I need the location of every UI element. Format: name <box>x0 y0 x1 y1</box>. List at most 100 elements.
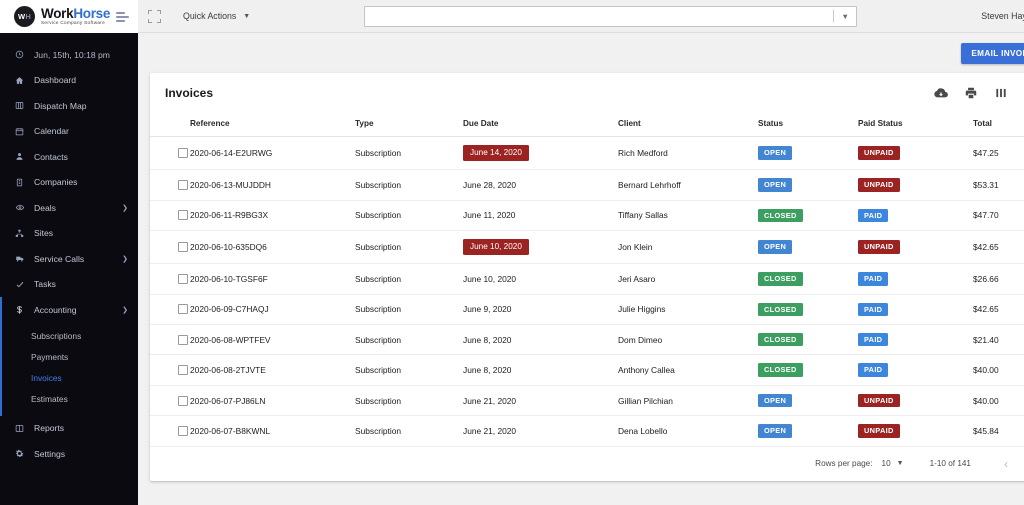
table-row[interactable]: 2020-06-07-PJ86LN Subscription June 21, 20… <box>150 385 1024 417</box>
cell-status: CLOSED <box>758 294 858 326</box>
brand-text: WorkHorse Service Company Software <box>41 7 110 26</box>
cell-due-date: June 21, 2020 <box>463 415 618 447</box>
row-checkbox[interactable] <box>178 334 188 345</box>
page-actions: EMAIL INVOICES <box>150 33 1024 73</box>
table-row[interactable]: 2020-06-07-B8KWNL Subscription June 21, 20… <box>150 415 1024 447</box>
cell-client: Anthony Callea <box>618 354 758 386</box>
sidebar-item-dispatch-map[interactable]: Dispatch Map <box>0 93 138 119</box>
pagination-range-label: 1-10 of 141 <box>929 459 971 469</box>
email-invoices-button[interactable]: EMAIL INVOICES <box>961 42 1024 64</box>
table-row[interactable]: 2020-06-10-TGSF6F Subscription June 10, 20… <box>150 263 1024 295</box>
row-checkbox[interactable] <box>178 148 188 159</box>
row-checkbox[interactable] <box>178 179 188 190</box>
card-toolbar <box>934 86 1024 100</box>
search-input[interactable] <box>365 6 834 26</box>
cell-status: CLOSED <box>758 354 858 386</box>
table-row[interactable]: 2020-06-13-MUJDDH Subscription June 28, 20… <box>150 169 1024 201</box>
rows-per-page-select[interactable]: 10 ▼ <box>882 459 904 468</box>
previous-page-button[interactable]: ‹ <box>995 457 1017 471</box>
sidebar-subitem-payments[interactable]: Payments <box>0 347 138 368</box>
column-header-client[interactable]: Client <box>618 112 758 137</box>
table-row[interactable]: 2020-06-10-635DQ6 Subscription June 10, 20… <box>150 230 1024 265</box>
calendar-icon <box>13 127 26 136</box>
cell-total: $40.00 <box>973 385 1024 417</box>
row-checkbox[interactable] <box>178 242 188 253</box>
column-header-paid-status[interactable]: Paid Status <box>858 112 973 137</box>
cell-paid-status: PAID <box>858 354 973 386</box>
table-row[interactable]: 2020-06-08-WPTFEV Subscription June 8, 202… <box>150 324 1024 356</box>
cell-type: Subscription <box>355 136 463 171</box>
next-page-button[interactable]: › <box>1017 457 1024 471</box>
cell-type: Subscription <box>355 324 463 356</box>
table-row[interactable]: 2020-06-14-E2URWG Subscription June 14, 20… <box>150 136 1024 171</box>
status-badge: CLOSED <box>758 302 803 317</box>
user-menu[interactable]: Steven Hayes ▼ <box>981 11 1024 21</box>
sidebar-item-settings[interactable]: Settings <box>0 441 138 467</box>
row-checkbox[interactable] <box>178 395 188 406</box>
user-name-label: Steven Hayes <box>981 11 1024 21</box>
search-dropdown-chevron-down-icon[interactable]: ▼ <box>834 12 856 21</box>
status-badge: OPEN <box>758 178 793 192</box>
chevron-right-icon: ❯ <box>122 255 128 263</box>
fullscreen-icon[interactable] <box>148 9 161 23</box>
sidebar-item-label: Reports <box>34 423 65 434</box>
sidebar-item-companies[interactable]: Companies <box>0 170 138 196</box>
cloud-download-icon[interactable] <box>934 86 948 100</box>
row-checkbox[interactable] <box>178 210 188 221</box>
invoices-table: Reference Type Due Date Client Status Pa… <box>150 112 1024 447</box>
column-header-total[interactable]: Total <box>973 112 1024 137</box>
cell-client: Gillian Pilchian <box>618 385 758 417</box>
cell-paid-status: UNPAID <box>858 385 973 417</box>
sidebar-subitem-invoices[interactable]: Invoices <box>0 368 138 389</box>
sidebar-item-tasks[interactable]: Tasks <box>0 272 138 298</box>
row-checkbox[interactable] <box>178 425 188 436</box>
row-checkbox-cell <box>150 169 190 201</box>
rows-per-page-label: Rows per page: <box>815 459 873 469</box>
quick-actions-menu[interactable]: Quick Actions ▼ <box>183 11 250 21</box>
clock-icon <box>13 50 26 59</box>
row-checkbox-cell <box>150 354 190 386</box>
column-header-status[interactable]: Status <box>758 112 858 137</box>
cell-due-date: June 8, 2020 <box>463 354 618 386</box>
row-checkbox-cell <box>150 294 190 326</box>
pagination: Rows per page: 10 ▼ 1-10 of 141 ‹ › <box>150 447 1024 481</box>
cell-reference: 2020-06-13-MUJDDH <box>190 169 355 201</box>
print-icon[interactable] <box>964 86 978 100</box>
table-row[interactable]: 2020-06-08-2TJVTE Subscription June 8, 202… <box>150 354 1024 386</box>
status-badge: OPEN <box>758 424 793 438</box>
sidebar-item-accounting[interactable]: Accounting ❯ <box>0 297 138 323</box>
column-header-type[interactable]: Type <box>355 112 463 137</box>
sidebar-subnav-accounting: Subscriptions Payments Invoices Estimate… <box>0 323 138 416</box>
sidebar-item-label: Settings <box>34 448 66 459</box>
sidebar-item-contacts[interactable]: Contacts <box>0 144 138 170</box>
table-row[interactable]: 2020-06-11-R9BG3X Subscription June 11, 20… <box>150 200 1024 232</box>
cell-reference: 2020-06-14-E2URWG <box>190 136 355 171</box>
paid-status-badge: PAID <box>858 363 889 377</box>
sidebar-subitem-label: Estimates <box>31 394 68 404</box>
table-row[interactable]: 2020-06-09-C7HAQJ Subscription June 9, 202… <box>150 294 1024 326</box>
sidebar-item-reports[interactable]: Reports <box>0 416 138 442</box>
sidebar-subitem-subscriptions[interactable]: Subscriptions <box>0 326 138 347</box>
view-columns-icon[interactable] <box>994 86 1008 100</box>
sidebar-item-deals[interactable]: Deals ❯ <box>0 195 138 221</box>
column-header-reference[interactable]: Reference <box>190 112 355 137</box>
sidebar-item-service-calls[interactable]: Service Calls ❯ <box>0 246 138 272</box>
cell-due-date: June 14, 2020 <box>463 136 618 171</box>
overdue-date-badge: June 14, 2020 <box>463 145 529 162</box>
sidebar-item-dashboard[interactable]: Dashboard <box>0 68 138 94</box>
row-checkbox[interactable] <box>178 365 188 376</box>
cell-client: Jon Klein <box>618 230 758 265</box>
logo-initial-w: W <box>18 12 26 21</box>
home-icon <box>13 76 26 85</box>
row-checkbox[interactable] <box>178 273 188 284</box>
collapse-sidebar-icon[interactable] <box>116 10 130 24</box>
row-checkbox[interactable] <box>178 304 188 315</box>
sidebar-subitem-estimates[interactable]: Estimates <box>0 389 138 410</box>
cell-due-date: June 28, 2020 <box>463 169 618 201</box>
cell-status: OPEN <box>758 169 858 201</box>
sidebar-item-sites[interactable]: Sites <box>0 221 138 247</box>
reports-icon <box>13 424 26 433</box>
sidebar-item-calendar[interactable]: Calendar <box>0 119 138 145</box>
status-badge: CLOSED <box>758 333 803 347</box>
column-header-due-date[interactable]: Due Date <box>463 112 618 137</box>
